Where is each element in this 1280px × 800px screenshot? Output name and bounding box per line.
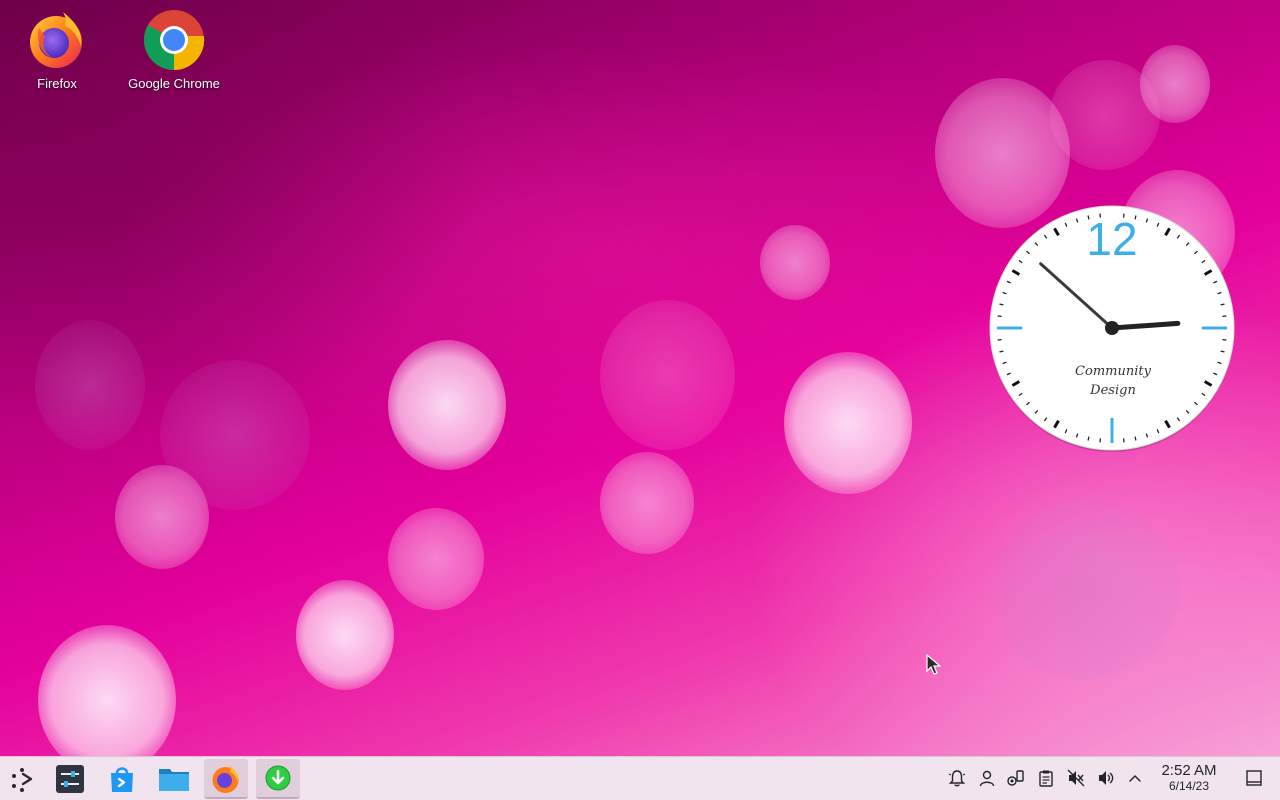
muted-speaker-icon: [1067, 769, 1085, 787]
wallpaper-bokeh: [1140, 45, 1210, 123]
clock-tick: [999, 303, 1004, 306]
desktop-icon-label: Google Chrome: [128, 76, 220, 91]
tray-expand-button[interactable]: [1124, 767, 1146, 789]
clock-tick: [1220, 350, 1225, 353]
tray-user[interactable]: [976, 767, 998, 789]
taskbar: 2:52 AM 6/14/23: [0, 756, 1280, 800]
tray-mute[interactable]: [1065, 767, 1087, 789]
wallpaper-bokeh: [296, 580, 394, 690]
desktop-icon-google-chrome[interactable]: Google Chrome: [124, 6, 224, 98]
taskbar-system-settings[interactable]: [48, 759, 92, 799]
download-icon: [265, 765, 291, 791]
taskbar-firefox[interactable]: [204, 759, 248, 799]
clock-tick: [1087, 436, 1090, 441]
desktop-icon-label: Firefox: [37, 76, 77, 91]
tray-notifications[interactable]: [946, 767, 968, 789]
clipboard-icon: [1039, 770, 1053, 787]
desktop[interactable]: Firefox Google Chrome 12 Community Desig…: [0, 0, 1280, 756]
user-icon: [979, 770, 995, 787]
clock-tick: [1134, 436, 1137, 441]
clock-date: 6/14/23: [1168, 779, 1210, 793]
wallpaper-bokeh: [760, 225, 830, 300]
show-desktop-icon: [1246, 770, 1262, 786]
store-icon: [111, 767, 133, 792]
tray-volume[interactable]: [1095, 767, 1117, 789]
folder-icon: [159, 769, 189, 791]
clock-brand-line1: Community: [1075, 364, 1152, 379]
tray-clipboard[interactable]: [1035, 767, 1057, 789]
settings-icon: [56, 765, 84, 793]
wallpaper-bokeh: [990, 500, 1180, 680]
firefox-icon: [212, 765, 239, 793]
wallpaper-bokeh: [38, 625, 176, 756]
wallpaper-bokeh: [388, 508, 484, 610]
clock-numeral-12: 12: [1086, 213, 1137, 265]
tray-kde-connect[interactable]: [1005, 767, 1027, 789]
wallpaper-bokeh: [600, 300, 735, 450]
wallpaper-bokeh: [388, 340, 506, 470]
desktop-icon-firefox[interactable]: Firefox: [7, 6, 107, 98]
taskbar-downloader[interactable]: [256, 759, 300, 799]
taskbar-dolphin-files[interactable]: [152, 759, 196, 799]
application-launcher-button[interactable]: [0, 759, 44, 799]
clock-time: 2:52 AM: [1161, 762, 1217, 779]
launcher-icon: [12, 768, 33, 792]
firefox-icon: [25, 6, 89, 70]
clock-tick: [1220, 303, 1225, 306]
expand-tray-icon: [1129, 775, 1141, 782]
wallpaper-bokeh: [35, 320, 145, 450]
taskbar-digital-clock[interactable]: 2:52 AM 6/14/23: [1150, 762, 1228, 793]
clock-face: 12 Community Design: [989, 205, 1235, 452]
wallpaper-bokeh: [160, 360, 310, 510]
wallpaper-bokeh: [784, 352, 912, 494]
mouse-cursor: [926, 653, 942, 676]
wallpaper-bokeh: [115, 465, 209, 569]
clock-brand-line2: Design: [1089, 383, 1136, 398]
wallpaper-bokeh: [1050, 60, 1160, 170]
clock-tick: [999, 350, 1004, 353]
kde-connect-icon: [1007, 770, 1024, 786]
show-desktop-button[interactable]: [1243, 767, 1265, 789]
clock-center-pin: [1105, 321, 1119, 335]
wallpaper-bokeh: [600, 452, 694, 554]
analog-clock-widget[interactable]: 12 Community Design: [988, 205, 1236, 453]
notifications-icon: [948, 770, 966, 787]
taskbar-discover-store[interactable]: [100, 759, 144, 799]
volume-icon: [1099, 771, 1114, 785]
chrome-icon: [142, 6, 206, 71]
